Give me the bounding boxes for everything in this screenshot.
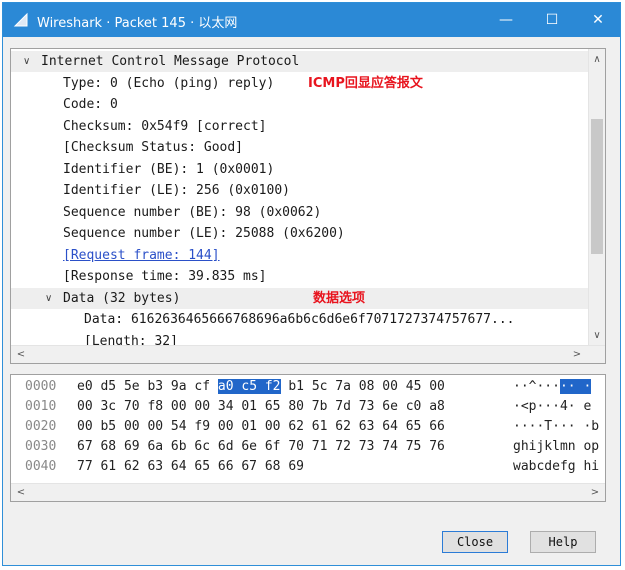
tree-row-checksum[interactable]: Checksum: 0x54f9 [correct] (11, 116, 588, 137)
tree-row-checksum-status[interactable]: [Checksum Status: Good] (11, 137, 588, 158)
hex-bytes: 67 68 69 6a 6b 6c 6d 6e 6f 70 71 72 73 7… (77, 439, 445, 454)
help-button[interactable]: Help (530, 531, 596, 553)
tree-row-seq-be[interactable]: Sequence number (BE): 98 (0x0062) (11, 202, 588, 223)
tree-row-label: Internet Control Message Protocol (41, 54, 300, 69)
tree-row-label: [Checksum Status: Good] (63, 140, 244, 155)
hex-row[interactable]: 0000 e0 d5 5e b3 9a cf a0 c5 f2 b1 5c 7a… (11, 377, 605, 397)
window-title: Wireshark · Packet 145 · 以太网 (37, 16, 238, 31)
tree-row-label: Sequence number (LE): 25088 (0x6200) (63, 226, 345, 241)
chevron-down-icon[interactable]: ∨ (45, 288, 52, 309)
tree-row-label: Identifier (BE): 1 (0x0001) (63, 162, 275, 177)
packet-details-tree[interactable]: ∨ Internet Control Message Protocol Type… (10, 48, 606, 364)
scroll-down-icon[interactable]: ∨ (589, 327, 605, 343)
hex-bytes-text: e0 d5 5e b3 9a cf (77, 379, 218, 394)
tree-row-icmp[interactable]: ∨ Internet Control Message Protocol (11, 51, 588, 72)
hex-bytes: e0 d5 5e b3 9a cf a0 c5 f2 b1 5c 7a 08 0… (77, 377, 445, 397)
scroll-left-icon[interactable]: < (13, 484, 29, 501)
hex-horizontal-scrollbar[interactable]: < > (11, 483, 605, 501)
tree-content: ∨ Internet Control Message Protocol Type… (11, 49, 588, 345)
tree-row-label: Sequence number (BE): 98 (0x0062) (63, 205, 322, 220)
hex-offset: 0040 (25, 459, 57, 474)
data-option-annotation: 数据选项 (313, 291, 366, 306)
tree-row-label: Type: 0 (Echo (ping) reply) (63, 76, 275, 91)
packet-bytes-pane[interactable]: 0000 e0 d5 5e b3 9a cf a0 c5 f2 b1 5c 7a… (10, 374, 606, 502)
hex-ascii: wabcdefg hi (513, 459, 600, 474)
hex-bytes: 77 61 62 63 64 65 66 67 68 69 (77, 459, 304, 474)
hex-offset: 0020 (25, 419, 57, 434)
hex-offset: 0010 (25, 399, 57, 414)
chevron-down-icon[interactable]: ∨ (23, 51, 30, 72)
hex-bytes: 00 3c 70 f8 00 00 34 01 65 80 7b 7d 73 6… (77, 399, 445, 414)
tree-row-data[interactable]: ∨ Data (32 bytes) 数据选项 (11, 288, 588, 309)
tree-row-seq-le[interactable]: Sequence number (LE): 25088 (0x6200) (11, 223, 588, 244)
hex-row[interactable]: 0010 00 3c 70 f8 00 00 34 01 65 80 7b 7d… (11, 397, 605, 417)
hex-offset: 0030 (25, 439, 57, 454)
scroll-right-icon[interactable]: > (569, 346, 585, 363)
ascii-text: ··^··· (513, 379, 560, 394)
tree-row-label: Code: 0 (63, 97, 118, 112)
hex-bytes-selected: a0 c5 f2 (217, 379, 281, 394)
icmp-reply-annotation: ICMP回显应答报文 (308, 76, 423, 91)
tree-row-data-value[interactable]: Data: 6162636465666768696a6b6c6d6e6f7071… (11, 309, 588, 330)
hex-bytes-text: b1 5c 7a 08 00 45 00 (280, 379, 445, 394)
hex-offset: 0000 (25, 379, 57, 394)
tree-row-request-frame[interactable]: [Request frame: 144] (11, 245, 588, 266)
hex-row[interactable]: 0040 77 61 62 63 64 65 66 67 68 69 wabcd… (11, 457, 605, 477)
scroll-up-icon[interactable]: ∧ (589, 51, 605, 67)
scroll-right-icon[interactable]: > (587, 484, 603, 501)
tree-row-label: Data (32 bytes) (63, 291, 181, 306)
tree-row-label: Identifier (LE): 256 (0x0100) (63, 183, 290, 198)
tree-row-type[interactable]: Type: 0 (Echo (ping) reply) ICMP回显应答报文 (11, 73, 588, 94)
tree-horizontal-scrollbar[interactable]: < > (11, 345, 605, 363)
hex-ascii: ghijklmn op (513, 439, 600, 454)
hex-row[interactable]: 0020 00 b5 00 00 54 f9 00 01 00 62 61 62… (11, 417, 605, 437)
tree-row-label: [Response time: 39.835 ms] (63, 269, 267, 284)
tree-row-code[interactable]: Code: 0 (11, 94, 588, 115)
hex-ascii: ··^····· · (513, 377, 592, 397)
request-frame-link[interactable]: [Request frame: 144] (63, 245, 220, 266)
tree-row-identifier-be[interactable]: Identifier (BE): 1 (0x0001) (11, 159, 588, 180)
hex-bytes: 00 b5 00 00 54 f9 00 01 00 62 61 62 63 6… (77, 419, 445, 434)
tree-row-label: [Length: 32] (84, 334, 178, 345)
scroll-thumb[interactable] (591, 119, 603, 254)
hex-ascii: ·<p···4· e (513, 399, 592, 414)
hex-row[interactable]: 0030 67 68 69 6a 6b 6c 6d 6e 6f 70 71 72… (11, 437, 605, 457)
tree-row-length[interactable]: [Length: 32] (11, 331, 588, 345)
tree-row-identifier-le[interactable]: Identifier (LE): 256 (0x0100) (11, 180, 588, 201)
hex-ascii: ····T··· ·b (513, 419, 600, 434)
scroll-left-icon[interactable]: < (13, 346, 29, 363)
ascii-selected: ·· · (559, 379, 592, 394)
tree-row-label: Data: 6162636465666768696a6b6c6d6e6f7071… (84, 312, 515, 327)
close-window-button[interactable]: ✕ (575, 3, 621, 37)
title-bar[interactable]: Wireshark · Packet 145 · 以太网 — ☐ ✕ (3, 3, 620, 37)
maximize-button[interactable]: ☐ (529, 3, 575, 37)
minimize-button[interactable]: — (483, 3, 529, 37)
tree-row-response-time[interactable]: [Response time: 39.835 ms] (11, 266, 588, 287)
tree-vertical-scrollbar[interactable]: ∧ ∨ (588, 49, 605, 345)
wireshark-fin-icon (13, 12, 28, 27)
close-button[interactable]: Close (442, 531, 508, 553)
tree-row-label: Checksum: 0x54f9 [correct] (63, 119, 267, 134)
